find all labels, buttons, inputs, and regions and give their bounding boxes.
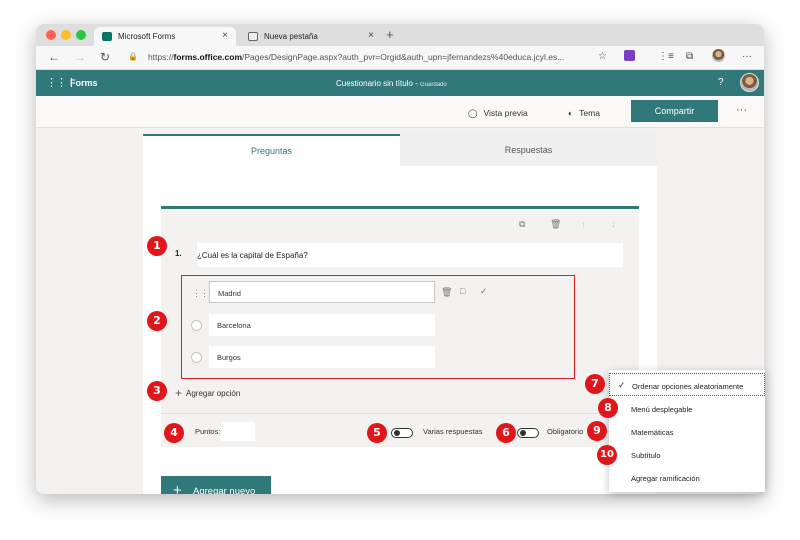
close-window-dot[interactable] <box>46 30 56 40</box>
new-tab-icon[interactable]: + <box>386 27 394 42</box>
star-icon[interactable]: ☆ <box>598 51 607 62</box>
forward-icon[interactable]: → <box>74 50 86 64</box>
extension-icon[interactable] <box>624 50 635 61</box>
form-title[interactable]: Cuestionario sin título - Guardado <box>336 79 447 88</box>
required-label: Obligatorio <box>547 427 584 436</box>
lock-icon: 🔒 <box>128 52 138 61</box>
menu-item-math[interactable]: Matemáticas <box>609 420 765 443</box>
url-path: /Pages/DesignPage.aspx?auth_pvr=Orgid&au… <box>242 52 565 62</box>
move-down-icon[interactable]: ↓ <box>611 219 616 229</box>
add-new-button[interactable]: + Agregar nuevo <box>161 476 271 494</box>
question-text-field[interactable]: ¿Cuál es la capital de España? <box>197 243 623 267</box>
favorites-icon[interactable]: ⋮≡ <box>658 51 674 62</box>
menu-item-label: Ordenar opciones aleatoriamente <box>632 382 744 391</box>
menu-item-label: Menú desplegable <box>631 405 693 414</box>
forms-toolbar: ◯ Vista previa ◐ Tema Compartir ··· <box>36 96 764 128</box>
menu-item-label: Subtítulo <box>631 451 661 460</box>
toolbar-more-icon[interactable]: ··· <box>736 104 747 116</box>
annotation-highlight-box <box>181 275 575 379</box>
annotation-badge-8: 8 <box>598 398 618 418</box>
tab-nueva-pestana[interactable]: Nueva pestaña × <box>240 27 382 46</box>
tab-questions[interactable]: Preguntas <box>143 134 400 166</box>
close-tab-icon[interactable]: × <box>222 30 228 41</box>
annotation-badge-2: 2 <box>147 311 167 331</box>
tab-label: Microsoft Forms <box>118 32 176 41</box>
tab-strip: Microsoft Forms × Nueva pestaña × + <box>36 24 764 46</box>
editor-tabs: Preguntas Respuestas <box>143 134 657 166</box>
saved-status: Guardado <box>420 82 447 88</box>
annotation-badge-1: 1 <box>147 236 167 256</box>
multiple-answers-label: Varias respuestas <box>423 427 483 436</box>
forms-brand[interactable]: Forms <box>70 78 98 88</box>
reload-icon[interactable]: ↻ <box>100 50 110 64</box>
collections-icon[interactable]: ⧉ <box>686 51 693 62</box>
tab-microsoft-forms[interactable]: Microsoft Forms × <box>94 27 236 46</box>
delete-icon[interactable]: 🗑 <box>550 219 561 230</box>
minimize-window-dot[interactable] <box>61 30 71 40</box>
plus-icon: + <box>173 482 182 494</box>
theme-button[interactable]: ◐ Tema <box>568 108 600 118</box>
menu-item-label: Agregar ramificación <box>631 474 700 483</box>
question-number: 1. <box>175 249 182 258</box>
url-field[interactable]: https://forms.office.com/Pages/DesignPag… <box>148 52 564 62</box>
annotation-badge-4: 4 <box>164 423 184 443</box>
url-host: forms.office.com <box>173 52 243 62</box>
question-footer: Puntos: Varias respuestas Obligatorio <box>161 413 639 447</box>
annotation-badge-7: 7 <box>585 374 605 394</box>
forms-header: ⋮⋮⋮ Forms Cuestionario sin título - Guar… <box>36 70 764 96</box>
annotation-badge-9: 9 <box>587 421 607 441</box>
address-bar: ← → ↻ 🔒 https://forms.office.com/Pages/D… <box>36 46 764 70</box>
menu-item-subtitle[interactable]: Subtítulo <box>609 443 765 466</box>
avatar[interactable] <box>740 73 759 92</box>
eye-icon: ◯ <box>468 108 478 118</box>
close-tab-icon[interactable]: × <box>368 30 374 41</box>
maximize-window-dot[interactable] <box>76 30 86 40</box>
check-icon: ✓ <box>618 380 626 390</box>
tab-responses[interactable]: Respuestas <box>400 134 657 166</box>
newtab-page-icon <box>248 32 258 41</box>
add-option-label: Agregar opción <box>186 389 241 398</box>
menu-item-dropdown[interactable]: Menú desplegable <box>609 397 765 420</box>
required-toggle[interactable] <box>517 428 539 438</box>
browser-more-icon[interactable]: ··· <box>742 51 752 62</box>
url-prefix: https:// <box>148 52 174 62</box>
annotation-badge-3: 3 <box>147 381 167 401</box>
annotation-badge-10: 10 <box>597 445 617 465</box>
menu-item-branching[interactable]: Agregar ramificación <box>609 466 765 489</box>
preview-button[interactable]: ◯ Vista previa <box>468 108 528 119</box>
menu-item-shuffle-options[interactable]: ✓ Ordenar opciones aleatoriamente <box>609 373 765 396</box>
form-title-text: Cuestionario sin título <box>336 79 413 88</box>
copy-icon[interactable]: ⧉ <box>519 219 525 230</box>
question-more-menu: ✓ Ordenar opciones aleatoriamente Menú d… <box>609 370 765 492</box>
annotation-badge-5: 5 <box>367 423 387 443</box>
points-input[interactable] <box>221 422 255 441</box>
help-icon[interactable]: ? <box>718 77 724 88</box>
theme-label: Tema <box>579 108 600 118</box>
palette-icon: ◐ <box>568 108 574 118</box>
forms-icon <box>102 32 112 41</box>
plus-icon: + <box>175 386 183 400</box>
points-label: Puntos: <box>195 427 221 436</box>
tab-label: Nueva pestaña <box>264 32 318 41</box>
menu-item-label: Matemáticas <box>631 428 674 437</box>
share-button[interactable]: Compartir <box>631 100 718 122</box>
back-icon[interactable]: ← <box>48 50 60 64</box>
profile-icon[interactable] <box>712 49 725 62</box>
move-up-icon[interactable]: ↑ <box>581 219 586 229</box>
add-option-button[interactable]: + Agregar opción <box>175 386 240 400</box>
add-new-label: Agregar nuevo <box>193 486 256 494</box>
preview-label: Vista previa <box>483 108 528 118</box>
multiple-answers-toggle[interactable] <box>391 428 413 438</box>
annotation-badge-6: 6 <box>496 423 516 443</box>
